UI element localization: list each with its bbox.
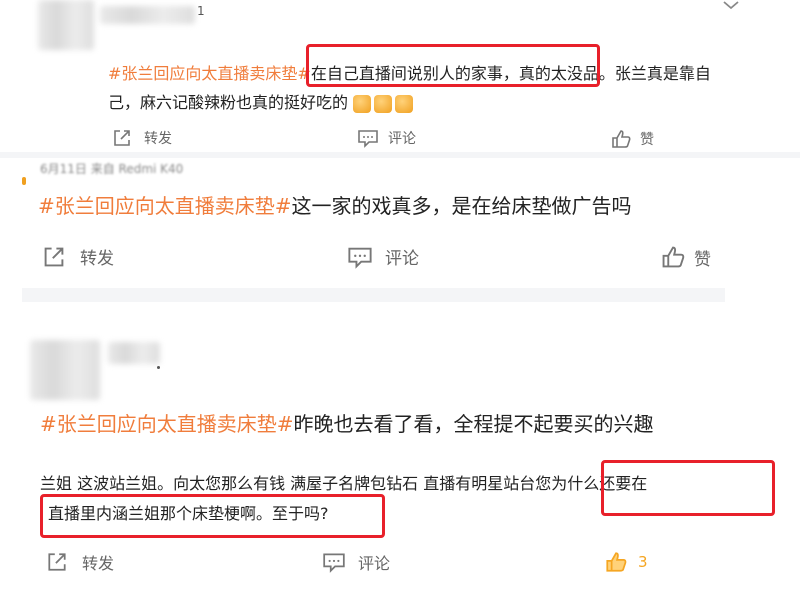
highlight-box [40,494,385,538]
post-text: #张兰回应向太直播卖床垫#这一家的戏真多，是在给床垫做广告吗 [38,190,632,219]
repost-label: 转发 [80,249,114,269]
post-text: #张兰回应向太直播卖床垫#昨晚也去看了看，全程提不起要买的兴趣 [40,408,654,437]
repost-icon [114,130,130,146]
blurred-avatar [30,340,100,400]
comment-icon [358,130,378,148]
like-icon [606,552,627,572]
comment-button[interactable]: 评论 [322,550,390,574]
blurred-username [100,6,195,24]
blurred-avatar [38,0,94,50]
repost-label: 转发 [144,131,172,147]
meta-dot [157,366,160,369]
hashtag-link[interactable]: #张兰回应向太直播卖床垫# [108,64,311,83]
divider [0,152,800,158]
comment-icon [323,553,345,573]
repost-icon [48,553,66,571]
thumbs-up-emoji [353,93,416,113]
like-button[interactable]: 赞 [660,244,711,270]
comment-icon [348,247,372,269]
repost-label: 转发 [82,554,115,573]
post-body: 这一家的戏真多，是在给床垫做广告吗 [291,194,632,218]
post-body: 昨晚也去看了看，全程提不起要买的兴趣 [293,412,654,436]
repost-button[interactable]: 转发 [46,550,114,574]
like-button[interactable]: 赞 [610,128,654,150]
like-label: 赞 [694,249,711,270]
like-count: 3 [638,553,648,571]
blurred-username [108,342,160,364]
repost-button[interactable]: 转发 [42,244,114,269]
header-partial: 1 [197,4,205,18]
comment-label: 评论 [388,131,416,147]
highlight-box [601,460,775,516]
post-text-rest: 。张兰真是靠自 [598,64,711,83]
comment-button[interactable]: 评论 [357,128,416,148]
repost-icon [44,247,64,266]
post-text-line2: 己，麻六记酸辣粉也真的挺好吃的 [108,89,416,113]
like-label: 赞 [640,132,654,148]
body-line-1: 兰姐 这波站兰姐。向太您那么有钱 满屋子名牌包钻石 直播有明星站台您为什么还要在 [40,470,647,494]
body-text: 兰姐 这波站兰姐。向太您那么有钱 满屋子名牌包钻石 直播有明星站台 [40,474,536,493]
divider [22,288,725,302]
hashtag-link[interactable]: #张兰回应向太直播卖床垫# [38,194,292,218]
hashtag-link[interactable]: #张兰回应向太直播卖床垫# [40,412,294,436]
repost-button[interactable]: 转发 [112,128,172,148]
chevron-down-icon[interactable] [722,0,740,10]
highlight-box [306,44,600,87]
post-meta: 6月11日 来自 Redmi K40 [40,162,184,176]
like-button[interactable]: 3 [604,550,648,574]
post-text: 己，麻六记酸辣粉也真的挺好吃的 [108,93,349,112]
orange-dot [22,177,26,185]
comment-label: 评论 [358,554,391,573]
comment-button[interactable]: 评论 [347,244,419,269]
like-icon [662,246,685,268]
comment-label: 评论 [385,249,419,269]
like-icon [612,130,631,148]
